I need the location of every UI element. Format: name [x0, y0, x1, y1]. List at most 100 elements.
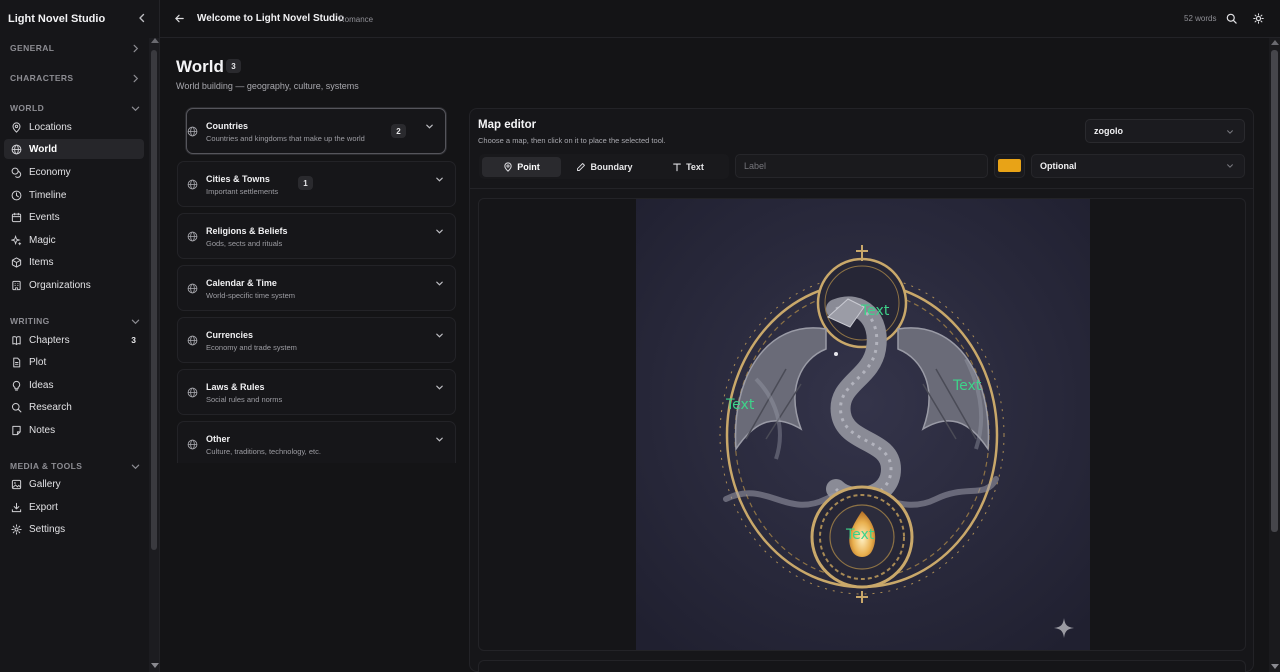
sidebar-item-gallery[interactable]: Gallery — [4, 474, 144, 494]
book-icon — [11, 335, 22, 346]
scroll-up-icon[interactable] — [151, 38, 159, 43]
pencil-icon — [576, 162, 586, 172]
sidebar-item-label: Locations — [29, 121, 72, 133]
clock-icon — [11, 190, 22, 201]
sidebar-item-export[interactable]: Export — [4, 497, 144, 517]
sidebar-item-label: Economy — [29, 166, 71, 178]
sparkle-icon — [1052, 616, 1076, 640]
gear-icon — [11, 523, 22, 535]
scroll-up-icon[interactable] — [1271, 40, 1279, 45]
top-bar: Welcome to Light Novel Studio · Romance … — [160, 0, 1280, 38]
optional-select[interactable]: Optional — [1031, 154, 1245, 178]
map-editor-title: Map editor — [478, 119, 537, 131]
chevron-down-icon[interactable] — [435, 435, 444, 444]
chevron-down-icon[interactable] — [435, 175, 444, 184]
color-swatch[interactable] — [998, 159, 1021, 172]
sidebar-item-events[interactable]: Events — [4, 207, 144, 227]
category-count-badge: 2 — [391, 124, 406, 138]
search-icon — [11, 402, 22, 413]
label-input[interactable] — [735, 154, 988, 178]
category-currencies[interactable]: Currencies Economy and trade system — [177, 317, 456, 363]
category-cities-towns[interactable]: Cities & Towns Important settlements 1 — [177, 161, 456, 207]
section-label: WRITING — [10, 316, 50, 326]
chevron-down-icon[interactable] — [425, 122, 434, 131]
globe-icon — [187, 283, 198, 294]
section-label: MEDIA & TOOLS — [10, 461, 83, 471]
word-count: 52 words — [1184, 14, 1217, 23]
section-label: GENERAL — [10, 43, 55, 53]
sidebar-item-label: Items — [29, 256, 54, 268]
category-description: Countries and kingdoms that make up the … — [206, 134, 365, 143]
sidebar-item-label: Research — [29, 401, 72, 413]
section-general[interactable]: GENERAL — [10, 41, 140, 55]
globe-icon — [187, 179, 198, 190]
category-title: Cities & Towns — [206, 174, 270, 184]
map-pin-icon — [11, 121, 22, 133]
chapters-count-badge: 3 — [131, 335, 136, 345]
sidebar-item-settings[interactable]: Settings — [4, 519, 144, 539]
section-characters[interactable]: CHARACTERS — [10, 71, 140, 85]
project-title: Welcome to Light Novel Studio — [197, 13, 345, 24]
sun-icon[interactable] — [1253, 13, 1264, 24]
sidebar-item-ideas[interactable]: Ideas — [4, 375, 144, 395]
section-label: WORLD — [10, 103, 45, 113]
sidebar-item-plot[interactable]: Plot — [4, 352, 144, 372]
sidebar-item-economy[interactable]: Economy — [4, 162, 144, 182]
category-title: Currencies — [206, 330, 254, 340]
map-text-marker[interactable]: Text — [726, 397, 754, 413]
map-select[interactable]: zogolo — [1085, 119, 1245, 143]
globe-icon — [187, 439, 198, 450]
sidebar-item-notes[interactable]: Notes — [4, 420, 144, 440]
category-description: Gods, sects and rituals — [206, 239, 283, 248]
search-icon[interactable] — [1226, 13, 1237, 24]
dragon-emblem-map-image[interactable] — [636, 199, 1090, 651]
section-media-tools[interactable]: MEDIA & TOOLS — [10, 459, 140, 473]
category-other[interactable]: Other Culture, traditions, technology, e… — [177, 421, 456, 463]
category-title: Laws & Rules — [206, 382, 265, 392]
box-icon — [11, 256, 22, 268]
map-text-marker[interactable]: Text — [953, 378, 981, 394]
tool-boundary-button[interactable]: Boundary — [566, 157, 643, 177]
sidebar-item-chapters[interactable]: Chapters 3 — [4, 330, 144, 350]
scroll-down-icon[interactable] — [1271, 664, 1279, 669]
sidebar-item-locations[interactable]: Locations — [4, 117, 144, 137]
sidebar-item-research[interactable]: Research — [4, 397, 144, 417]
sidebar-scrollbar-thumb[interactable] — [151, 50, 157, 550]
category-countries[interactable]: Countries Countries and kingdoms that ma… — [186, 108, 446, 154]
map-text-marker[interactable]: Text — [846, 527, 874, 543]
chevron-down-icon[interactable] — [435, 383, 444, 392]
category-laws-rules[interactable]: Laws & Rules Social rules and norms — [177, 369, 456, 415]
app-window: Light Novel Studio GENERAL CHARACTERS WO… — [0, 0, 1280, 672]
lightbulb-icon — [11, 380, 22, 391]
map-text-marker[interactable]: Text — [861, 303, 889, 319]
chevron-down-icon[interactable] — [435, 227, 444, 236]
sidebar-item-items[interactable]: Items — [4, 252, 144, 272]
scroll-down-icon[interactable] — [151, 663, 159, 668]
tool-text-button[interactable]: Text — [650, 157, 726, 177]
sidebar-item-world[interactable]: World — [4, 139, 144, 159]
divider — [470, 188, 1253, 189]
category-count-badge: 1 — [298, 176, 313, 190]
project-genre: · Romance — [334, 15, 374, 24]
chevron-down-icon[interactable] — [435, 279, 444, 288]
category-description: World-specific time system — [206, 291, 296, 300]
sidebar-item-label: Events — [29, 211, 60, 223]
building-icon — [11, 280, 22, 291]
sidebar-item-magic[interactable]: Magic — [4, 230, 144, 250]
tool-point-button[interactable]: Point — [482, 157, 561, 177]
chevron-down-icon[interactable] — [435, 331, 444, 340]
globe-icon — [187, 335, 198, 346]
map-canvas[interactable]: Text Text Text Text — [478, 198, 1246, 651]
sidebar-item-organizations[interactable]: Organizations — [4, 275, 144, 295]
section-writing[interactable]: WRITING — [10, 314, 140, 328]
category-religions-beliefs[interactable]: Religions & Beliefs Gods, sects and ritu… — [177, 213, 456, 259]
section-world[interactable]: WORLD — [10, 101, 140, 115]
download-icon — [11, 502, 22, 513]
main-scrollbar-thumb[interactable] — [1271, 50, 1278, 532]
back-arrow-icon[interactable] — [174, 13, 185, 24]
category-calendar-time[interactable]: Calendar & Time World-specific time syst… — [177, 265, 456, 311]
sparkles-icon — [11, 234, 22, 246]
sidebar-item-timeline[interactable]: Timeline — [4, 185, 144, 205]
optional-select-value: Optional — [1040, 161, 1077, 171]
collapse-sidebar-icon[interactable] — [136, 12, 148, 24]
